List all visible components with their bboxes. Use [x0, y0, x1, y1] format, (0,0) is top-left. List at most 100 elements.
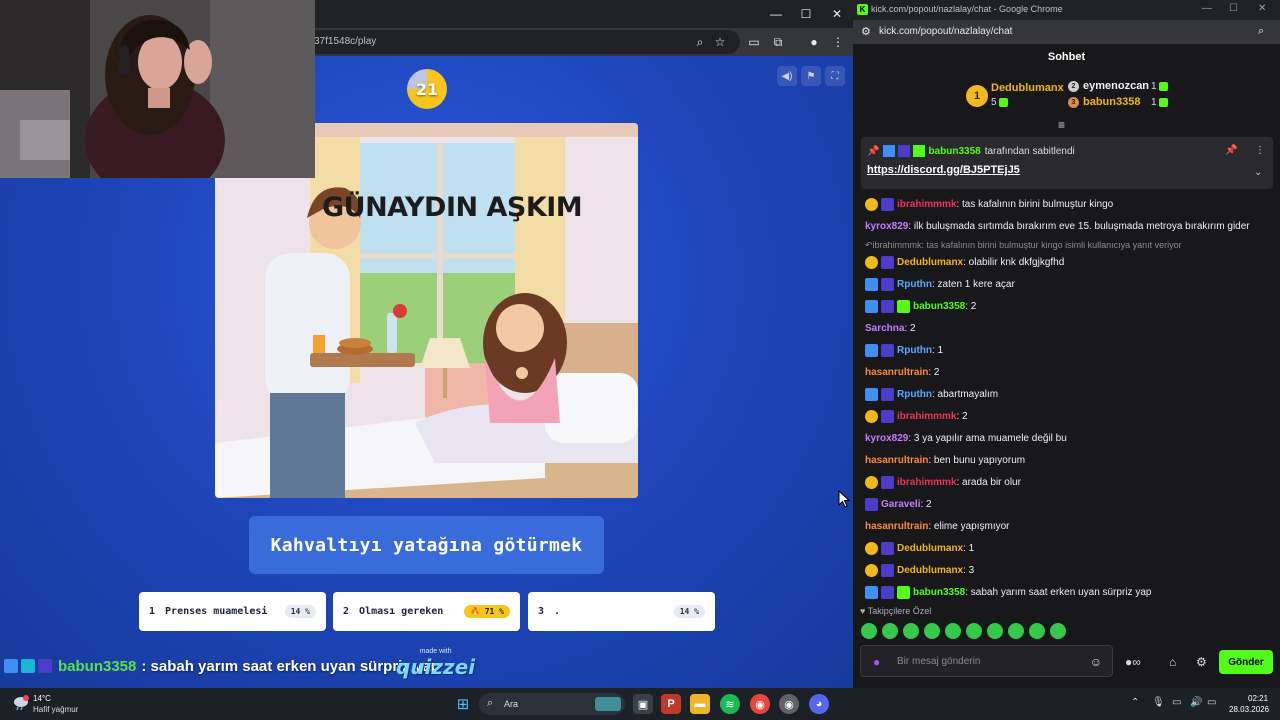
- spotify-icon[interactable]: ≋: [720, 694, 740, 714]
- pinned-link[interactable]: https://discord.gg/BJ5PTEjJ5: [867, 164, 1020, 176]
- maximize-icon[interactable]: ☐: [1229, 3, 1238, 14]
- windows-start-icon[interactable]: ⊞: [453, 694, 473, 714]
- app-p-icon[interactable]: P: [661, 694, 681, 714]
- emote-icon[interactable]: [924, 623, 940, 639]
- chat-username[interactable]: ibrahimmmk: [897, 411, 956, 422]
- clock-date[interactable]: 28.03.2026: [1229, 705, 1269, 714]
- chat-message[interactable]: babun3358: sabah yarım saat erken uyan s…: [865, 581, 1270, 603]
- chat-username[interactable]: Rputhn: [897, 345, 932, 356]
- option-1[interactable]: 1 Prenses muamelesi 14 %: [139, 592, 326, 631]
- discord-icon[interactable]: ◕: [809, 694, 829, 714]
- pinned-by-user[interactable]: babun3358: [928, 146, 980, 157]
- emote-icon[interactable]: [861, 623, 877, 639]
- clock-time[interactable]: 02:21: [1248, 694, 1268, 703]
- message-input[interactable]: ● Bir mesaj gönderin ☺: [860, 645, 1113, 677]
- chat-message[interactable]: hasanrultrain: 2: [865, 361, 1270, 383]
- chat-username[interactable]: Dedublumanx: [897, 543, 963, 554]
- chat-settings-icon[interactable]: ⚙: [1196, 655, 1207, 669]
- extensions-icon[interactable]: ⧉: [768, 32, 788, 52]
- chat-username[interactable]: hasanrultrain: [865, 367, 928, 378]
- leaderboard-first-name[interactable]: Dedublumanx: [991, 82, 1064, 94]
- chat-message-list[interactable]: ibrahimmmk: tas kafalının birini bulmuşt…: [865, 193, 1270, 603]
- microphone-icon[interactable]: ●: [873, 655, 880, 669]
- chat-message[interactable]: Sarchna: 2: [865, 317, 1270, 339]
- expand-leaderboard-icon[interactable]: ≡: [1058, 118, 1065, 132]
- chat-message[interactable]: ibrahimmmk: 2: [865, 405, 1270, 427]
- leaderboard-second-name[interactable]: eymenozcan: [1083, 80, 1149, 92]
- taskbar-search[interactable]: ⌕ Ara: [479, 693, 625, 715]
- emote-icon[interactable]: [1029, 623, 1045, 639]
- media-icon[interactable]: ▭: [744, 32, 764, 52]
- chat-url-bar[interactable]: ⚙ kick.com/popout/nazlalay/chat ⌕: [853, 20, 1280, 44]
- chrome-icon[interactable]: ◉: [750, 694, 770, 714]
- volume-icon[interactable]: 🔊: [1190, 697, 1202, 708]
- chat-username[interactable]: kyrox829: [865, 433, 908, 444]
- chat-message[interactable]: Dedublumanx: olabilir knk dkfgjkgfhd: [865, 251, 1270, 273]
- chat-username[interactable]: Rputhn: [897, 389, 932, 400]
- chat-message[interactable]: ibrahimmmk: arada bir olur: [865, 471, 1270, 493]
- pinned-expand-icon[interactable]: ⌄: [1254, 167, 1262, 178]
- chat-message[interactable]: kyrox829: ilk buluşmada sırtımda bırakır…: [865, 215, 1270, 237]
- chat-message[interactable]: Rputhn: zaten 1 kere açar: [865, 273, 1270, 295]
- chat-username[interactable]: Rputhn: [897, 279, 932, 290]
- site-settings-icon[interactable]: ⚙: [861, 25, 871, 38]
- chat-username[interactable]: kyrox829: [865, 221, 908, 232]
- chat-username[interactable]: Dedublumanx: [897, 565, 963, 576]
- task-view-icon[interactable]: ▣: [633, 694, 653, 714]
- chat-message[interactable]: Garaveli: 2: [865, 493, 1270, 515]
- bookmark-star-icon[interactable]: ☆: [710, 32, 730, 52]
- flag-icon[interactable]: ⚑: [801, 66, 821, 86]
- unpin-icon[interactable]: 📌: [1225, 145, 1237, 156]
- chat-username[interactable]: hasanrultrain: [865, 455, 928, 466]
- close-icon[interactable]: ✕: [1258, 3, 1266, 14]
- emote-icon[interactable]: [882, 623, 898, 639]
- emote-icon[interactable]: [945, 623, 961, 639]
- chat-username[interactable]: babun3358: [913, 587, 965, 598]
- chat-username[interactable]: babun3358: [913, 301, 965, 312]
- chat-username[interactable]: Garaveli: [881, 499, 920, 510]
- close-icon[interactable]: ✕: [821, 0, 853, 28]
- browser-menu-icon[interactable]: ⋮: [828, 32, 848, 52]
- url-field[interactable]: 37f1548c/play: [240, 30, 740, 54]
- chat-message[interactable]: hasanrultrain: ben bunu yapıyorum: [865, 449, 1270, 471]
- chat-username[interactable]: Sarchna: [865, 323, 904, 334]
- chat-message[interactable]: Dedublumanx: 1: [865, 537, 1270, 559]
- chat-message[interactable]: ibrahimmmk: tas kafalının birini bulmuşt…: [865, 193, 1270, 215]
- emote-icon[interactable]: [1008, 623, 1024, 639]
- chat-message[interactable]: kyrox829: 3 ya yapılır ama muamele değil…: [865, 427, 1270, 449]
- emote-icon[interactable]: [1050, 623, 1066, 639]
- emoji-icon[interactable]: ☺: [1090, 655, 1102, 669]
- store-icon[interactable]: ⌂: [1169, 655, 1176, 669]
- chrome-profile-icon[interactable]: ◉: [779, 694, 799, 714]
- leaderboard-third-name[interactable]: babun3358: [1083, 96, 1140, 108]
- maximize-icon[interactable]: ☐: [790, 0, 822, 28]
- chat-message[interactable]: Dedublumanx: 3: [865, 559, 1270, 581]
- option-2[interactable]: 2 Olması gereken 🔥 71 %: [333, 592, 520, 631]
- profile-avatar-icon[interactable]: ●: [804, 32, 824, 52]
- chat-username[interactable]: Dedublumanx: [897, 257, 963, 268]
- send-button[interactable]: Gönder: [1219, 650, 1273, 674]
- chat-message[interactable]: Rputhn: abartmayalım: [865, 383, 1270, 405]
- chat-message[interactable]: Rputhn: 1: [865, 339, 1270, 361]
- chat-message[interactable]: hasanrultrain: elime yapışmıyor: [865, 515, 1270, 537]
- microphone-tray-icon[interactable]: 🎙: [1152, 697, 1165, 708]
- battery-icon[interactable]: ▭: [1207, 697, 1216, 708]
- kick-points-icon[interactable]: ●∞: [1125, 655, 1141, 669]
- option-3[interactable]: 3 . 14 %: [528, 592, 715, 631]
- chat-message[interactable]: babun3358: 2: [865, 295, 1270, 317]
- zoom-icon[interactable]: ⌕: [1258, 25, 1264, 38]
- minimize-icon[interactable]: —: [760, 0, 792, 28]
- zoom-icon[interactable]: ⌕: [690, 32, 710, 52]
- emote-icon[interactable]: [903, 623, 919, 639]
- fullscreen-icon[interactable]: ⛶: [825, 66, 845, 86]
- chat-username[interactable]: ibrahimmmk: [897, 477, 956, 488]
- file-explorer-icon[interactable]: ▬: [690, 694, 710, 714]
- sound-icon[interactable]: ◀): [777, 66, 797, 86]
- emote-icon[interactable]: [966, 623, 982, 639]
- chat-username[interactable]: ibrahimmmk: [897, 199, 956, 210]
- pinned-menu-icon[interactable]: ⋮: [1255, 145, 1265, 156]
- display-tray-icon[interactable]: ▭: [1172, 697, 1181, 708]
- minimize-icon[interactable]: —: [1202, 3, 1212, 14]
- emote-icon[interactable]: [987, 623, 1003, 639]
- chat-username[interactable]: hasanrultrain: [865, 521, 928, 532]
